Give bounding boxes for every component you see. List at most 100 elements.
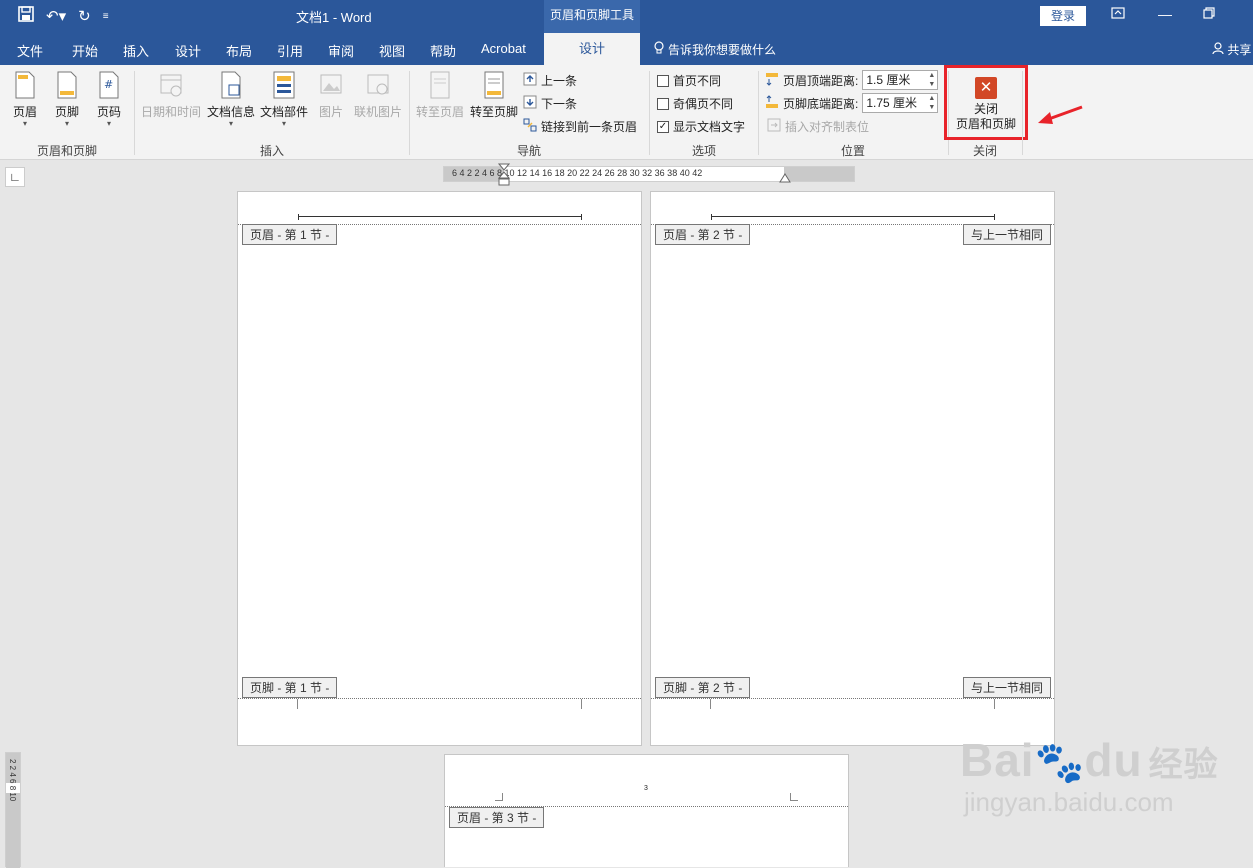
same-as-previous-tag: 与上一节相同 — [963, 224, 1052, 245]
header-button[interactable]: 页眉 ▾ — [3, 71, 47, 128]
header-top-distance-input[interactable]: 1.5 厘米 ▲ ▼ — [862, 70, 939, 90]
group-separator — [758, 71, 759, 155]
redo-icon[interactable]: ↻ — [78, 7, 91, 27]
group-label-insert: 插入 — [260, 144, 285, 158]
document-parts-button[interactable]: 文档部件 ▾ — [259, 71, 309, 128]
header-section-tag: 页眉 - 第 1 节 - — [242, 224, 338, 245]
page-number-text: 3 — [644, 785, 648, 792]
close-icon: ✕ — [975, 77, 997, 99]
page-3[interactable]: 3 页眉 - 第 3 节 - — [444, 754, 849, 867]
header-section-tag: 页眉 - 第 3 节 - — [449, 807, 545, 828]
ribbon-tabs: 文件 开始 插入 设计 布局 引用 审阅 视图 帮助 Acrobat 设计 告诉… — [0, 33, 1253, 65]
undo-icon[interactable]: ↶▾ — [46, 7, 66, 27]
page-number-button[interactable]: # 页码 ▾ — [87, 71, 131, 128]
lightbulb-icon — [654, 41, 664, 58]
checkbox-unchecked — [657, 97, 669, 110]
baidu-watermark: Bai🐾du 经验 jingyan.baidu.com — [960, 734, 1219, 817]
svg-text:#: # — [104, 78, 113, 91]
login-button[interactable]: 登录 — [1040, 6, 1086, 26]
quick-access-toolbar: ↶▾ ↻ ≡ — [18, 6, 109, 28]
next-icon — [523, 95, 537, 112]
group-label-close: 关闭 — [973, 144, 998, 158]
tab-help[interactable]: 帮助 — [430, 41, 456, 60]
previous-icon — [523, 72, 537, 89]
footer-icon — [57, 71, 77, 99]
footer-distance-icon — [765, 94, 779, 112]
insert-alignment-tab-button[interactable]: 插入对齐制表位 — [767, 118, 869, 135]
right-indent-marker-icon[interactable] — [779, 173, 791, 183]
document-parts-icon — [273, 71, 295, 99]
different-first-page-checkbox[interactable]: 首页不同 — [657, 72, 721, 89]
header-icon — [15, 71, 35, 99]
restore-icon[interactable] — [1203, 6, 1215, 22]
tab-layout[interactable]: 布局 — [226, 41, 252, 60]
same-as-previous-tag: 与上一节相同 — [963, 677, 1052, 698]
group-label-options: 选项 — [692, 144, 717, 158]
footer-bottom-distance-input[interactable]: 1.75 厘米 ▲ ▼ — [862, 93, 939, 113]
alignment-tab-icon — [767, 118, 781, 135]
page-2[interactable]: 页眉 - 第 2 节 - 与上一节相同 页脚 - 第 2 节 - 与上一节相同 — [650, 191, 1055, 746]
different-odd-even-checkbox[interactable]: 奇偶页不同 — [657, 95, 733, 112]
show-document-text-checkbox[interactable]: ✓ 显示文档文字 — [657, 118, 745, 135]
indent-marker-icon[interactable] — [498, 163, 510, 187]
online-picture-button[interactable]: 联机图片 — [352, 71, 404, 120]
checkbox-checked: ✓ — [657, 120, 669, 133]
share-button[interactable]: 共享 — [1212, 41, 1251, 58]
group-label-position: 位置 — [841, 144, 866, 158]
tab-acrobat[interactable]: Acrobat — [481, 41, 526, 56]
footer-bottom-distance: 页脚底端距离: 1.75 厘米 ▲ ▼ — [765, 93, 939, 113]
group-separator — [1022, 71, 1023, 155]
document-title: 文档1 - Word — [296, 10, 372, 25]
footer-button[interactable]: 页脚 ▾ — [45, 71, 89, 128]
tab-home[interactable]: 开始 — [72, 41, 98, 60]
vertical-ruler[interactable]: 2 2 4 6 8 10 — [5, 752, 21, 868]
goto-footer-button[interactable]: 转至页脚 — [468, 71, 520, 120]
contextual-tool-label: 页眉和页脚工具 — [544, 0, 640, 33]
tab-references[interactable]: 引用 — [277, 41, 303, 60]
close-header-footer-button[interactable]: ✕ 关闭 页眉和页脚 — [944, 65, 1028, 140]
link-icon — [523, 118, 537, 135]
tab-file[interactable]: 文件 — [17, 41, 43, 60]
tab-review[interactable]: 审阅 — [328, 41, 354, 60]
date-time-button[interactable]: 日期和时间 — [140, 71, 202, 120]
header-top-distance: 页眉顶端距离: 1.5 厘米 ▲ ▼ — [765, 70, 939, 90]
picture-icon — [320, 74, 342, 94]
group-label-header-footer: 页眉和页脚 — [37, 144, 98, 158]
calendar-icon — [160, 74, 182, 97]
person-icon — [1212, 42, 1227, 57]
tab-insert[interactable]: 插入 — [123, 41, 149, 60]
next-button[interactable]: 下一条 — [523, 95, 577, 112]
ribbon-display-icon[interactable] — [1111, 6, 1125, 22]
tab-selector[interactable]: ∟ — [5, 167, 25, 187]
ruler-area: ∟ 6 4 2 2 4 6 8 10 12 14 16 18 20 22 24 … — [0, 161, 1253, 191]
document-info-icon — [221, 71, 241, 99]
previous-button[interactable]: 上一条 — [523, 72, 577, 89]
online-picture-icon — [367, 74, 389, 95]
checkbox-unchecked — [657, 74, 669, 87]
save-icon[interactable] — [18, 6, 34, 28]
link-to-previous-button[interactable]: 链接到前一条页眉 — [523, 118, 637, 135]
group-separator — [649, 71, 650, 155]
page-number-icon: # — [99, 71, 119, 99]
horizontal-ruler[interactable]: 6 4 2 2 4 6 8 10 12 14 16 18 20 22 24 26… — [443, 163, 855, 186]
footer-section-tag: 页脚 - 第 1 节 - — [242, 677, 338, 698]
goto-footer-icon — [484, 71, 504, 99]
footer-section-tag: 页脚 - 第 2 节 - — [655, 677, 751, 698]
document-info-button[interactable]: 文档信息 ▾ — [206, 71, 256, 128]
tell-me-text: 告诉我你想要做什么 — [668, 43, 777, 57]
header-section-tag: 页眉 - 第 2 节 - — [655, 224, 751, 245]
annotation-arrow-icon — [1038, 105, 1083, 124]
group-separator — [134, 71, 135, 155]
tab-design[interactable]: 设计 — [175, 41, 201, 60]
header-distance-icon — [765, 72, 779, 89]
goto-header-button[interactable]: 转至页眉 — [414, 71, 466, 120]
tab-hf-design[interactable]: 设计 — [544, 33, 640, 65]
page-1[interactable]: 页眉 - 第 1 节 - 页脚 - 第 1 节 - — [237, 191, 642, 746]
paw-icon: 🐾 — [1034, 741, 1085, 785]
picture-button[interactable]: 图片 — [309, 71, 353, 120]
group-separator — [409, 71, 410, 155]
customize-qat-icon[interactable]: ≡ — [103, 7, 109, 27]
tab-view[interactable]: 视图 — [379, 41, 405, 60]
minimize-icon[interactable]: — — [1158, 6, 1172, 22]
tell-me-search[interactable]: 告诉我你想要做什么 — [654, 41, 776, 58]
